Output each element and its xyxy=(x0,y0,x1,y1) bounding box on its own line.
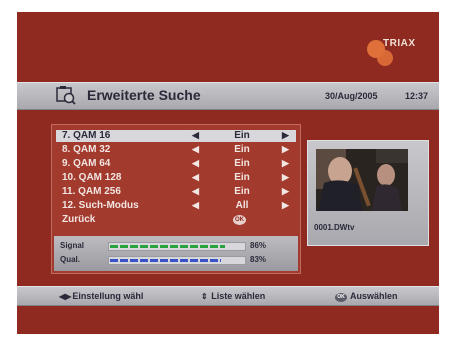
arrow-right-icon[interactable]: ▶ xyxy=(282,200,289,211)
video-preview-image xyxy=(316,149,408,211)
arrow-left-icon[interactable]: ◀ xyxy=(192,200,199,211)
menu-item-label: 8. QAM 32 xyxy=(62,144,111,155)
back-label: Zurück xyxy=(62,214,96,225)
arrow-right-icon[interactable]: ▶ xyxy=(282,158,289,169)
left-right-arrows-icon: ◀▶ xyxy=(59,292,72,301)
brand-logo-text: TRIAX xyxy=(383,38,416,49)
page-title: Erweiterte Suche xyxy=(87,87,201,103)
menu-item-qam16[interactable]: 7. QAM 16 ◀ Ein ▶ xyxy=(56,130,296,142)
search-options-panel: 7. QAM 16 ◀ Ein ▶ 8. QAM 32 ◀ Ein ▶ 9. Q… xyxy=(51,124,301,274)
menu-item-value: Ein xyxy=(234,130,250,141)
menu-item-value: Ein xyxy=(234,172,250,183)
hint-list: ⇕ Liste wählen xyxy=(201,291,265,301)
time-display: 12:37 xyxy=(405,91,429,101)
signal-bar xyxy=(108,242,246,251)
quality-label: Qual. xyxy=(60,255,81,264)
menu-item-qam128[interactable]: 10. QAM 128 ◀ Ein ▶ xyxy=(56,172,296,184)
hint-select-label: Auswählen xyxy=(350,291,398,301)
arrow-right-icon[interactable]: ▶ xyxy=(282,186,289,197)
menu-item-value: Ein xyxy=(234,186,250,197)
date-display: 30/Aug/2005 xyxy=(325,91,378,101)
menu-item-value: Ein xyxy=(234,158,250,169)
menu-item-label: 10. QAM 128 xyxy=(62,172,122,183)
ok-button-icon[interactable]: OK xyxy=(233,215,246,225)
menu-item-value: All xyxy=(235,200,249,211)
quality-bar xyxy=(108,256,246,265)
channel-name: 0001.DWtv xyxy=(314,223,355,232)
brand-logo: TRIAX xyxy=(367,38,427,66)
arrow-right-icon[interactable]: ▶ xyxy=(282,130,289,141)
menu-item-qam256[interactable]: 11. QAM 256 ◀ Ein ▶ xyxy=(56,186,296,198)
menu-item-back[interactable]: Zurück OK xyxy=(56,214,296,226)
arrow-left-icon[interactable]: ◀ xyxy=(192,130,199,141)
channel-preview: 0001.DWtv xyxy=(307,140,429,246)
arrow-right-icon[interactable]: ▶ xyxy=(282,144,289,155)
arrow-left-icon[interactable]: ◀ xyxy=(192,186,199,197)
menu-item-label: 9. QAM 64 xyxy=(62,158,111,169)
arrow-left-icon[interactable]: ◀ xyxy=(192,172,199,183)
header-bar: Erweiterte Suche 30/Aug/2005 12:37 xyxy=(17,82,439,110)
signal-label: Signal xyxy=(60,241,85,250)
arrow-left-icon[interactable]: ◀ xyxy=(192,158,199,169)
menu-item-value: Ein xyxy=(234,144,250,155)
up-down-arrows-icon: ⇕ xyxy=(201,292,208,301)
menu-item-search-mode[interactable]: 12. Such-Modus ◀ All ▶ xyxy=(56,200,296,212)
search-settings-icon xyxy=(56,86,76,105)
ok-button-icon: OK xyxy=(335,293,347,302)
quality-percent: 83% xyxy=(250,255,267,264)
signal-bar-fill xyxy=(110,245,225,248)
tv-screen: TRIAX Erweiterte Suche 30/Aug/2005 12:37… xyxy=(17,12,439,334)
hint-adjust-label: Einstellung wähl xyxy=(72,291,144,301)
menu-item-label: 11. QAM 256 xyxy=(62,186,121,197)
signal-quality-meters: Signal 86% Qual. 83% xyxy=(54,236,298,271)
menu-item-label: 7. QAM 16 xyxy=(62,130,111,141)
menu-item-qam32[interactable]: 8. QAM 32 ◀ Ein ▶ xyxy=(56,144,296,156)
quality-bar-fill xyxy=(110,259,221,262)
hint-adjust: ◀▶Einstellung wähl xyxy=(59,291,143,301)
hint-select: OK Auswählen xyxy=(335,291,398,302)
signal-percent: 86% xyxy=(250,241,267,250)
menu-item-label: 12. Such-Modus xyxy=(62,200,139,211)
menu-item-qam64[interactable]: 9. QAM 64 ◀ Ein ▶ xyxy=(56,158,296,170)
arrow-right-icon[interactable]: ▶ xyxy=(282,172,289,183)
hint-list-label: Liste wählen xyxy=(211,291,266,301)
footer-bar: ◀▶Einstellung wähl ⇕ Liste wählen OK Ausw… xyxy=(17,286,439,306)
arrow-left-icon[interactable]: ◀ xyxy=(192,144,199,155)
